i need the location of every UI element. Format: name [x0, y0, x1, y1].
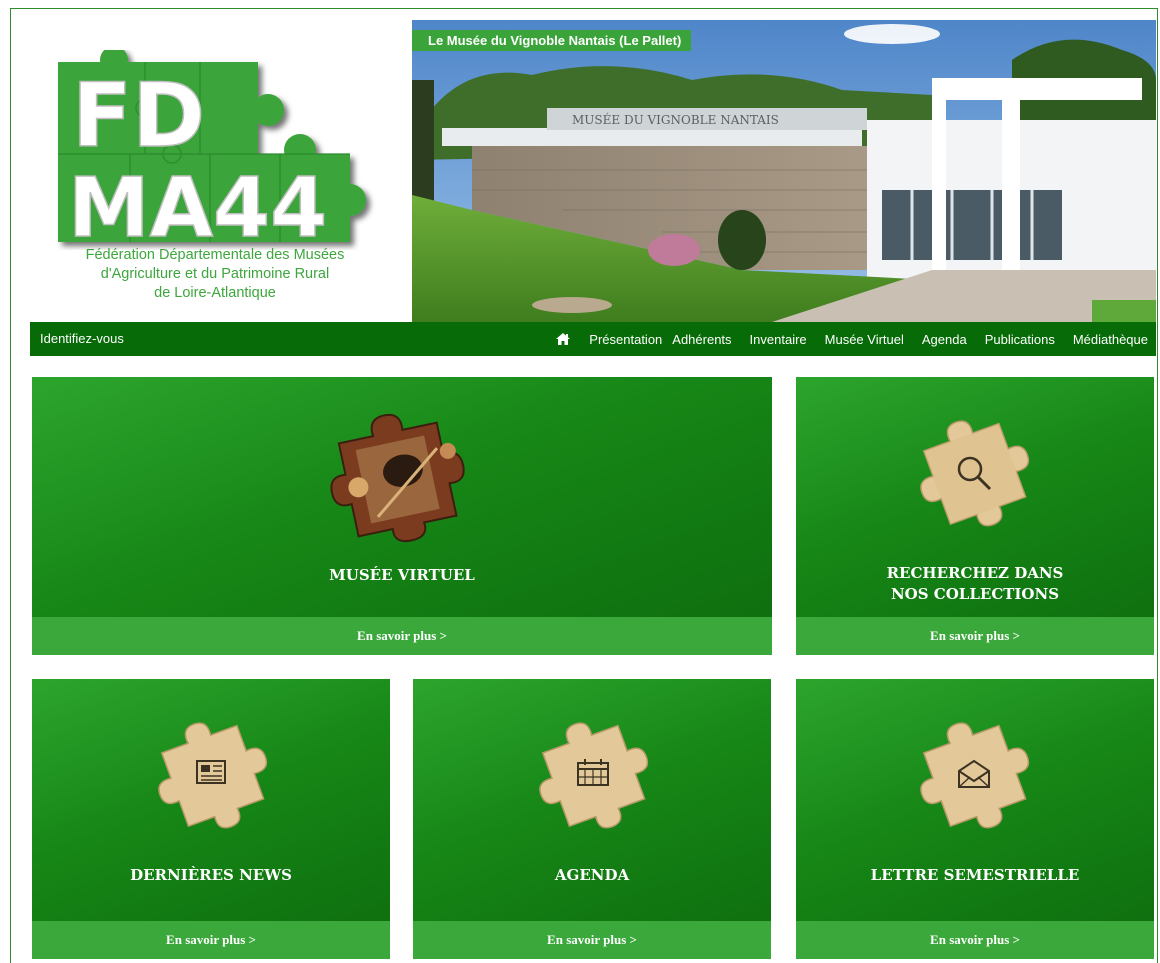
- read-more-link[interactable]: En savoir plus >: [413, 921, 771, 959]
- login-link[interactable]: Identifiez-vous: [40, 331, 124, 346]
- magnifier-icon: [920, 420, 1030, 527]
- tile-title-line: RECHERCHEZ DANS: [886, 564, 1064, 582]
- nav-menu: Présentation Adhérents Inventaire Musée …: [537, 322, 1148, 356]
- nav-item-agenda[interactable]: Agenda: [922, 332, 967, 347]
- fdma44-puzzle-logo: FD MA44: [58, 50, 366, 250]
- tile-title: MUSÉE VIRTUEL: [329, 566, 475, 584]
- home-icon[interactable]: [555, 332, 571, 346]
- tile-title: LETTRE SEMESTRIELLE: [870, 866, 1080, 884]
- nav-item-musee-virtuel[interactable]: Musée Virtuel: [825, 332, 904, 347]
- tile-lettre-semestrielle[interactable]: LETTRE SEMESTRIELLE En savoir plus >: [796, 679, 1154, 959]
- tagline-line: de Loire-Atlantique: [154, 285, 276, 301]
- tile-dernieres-news[interactable]: DERNIÈRES NEWS En savoir plus >: [32, 679, 390, 959]
- tile-title: DERNIÈRES NEWS: [130, 866, 292, 884]
- site-tagline: Fédération Départementale des Musées d'A…: [30, 246, 400, 303]
- nav-item-adherents[interactable]: Adhérents: [672, 332, 731, 347]
- svg-text:FD: FD: [72, 64, 205, 167]
- svg-text:MA44: MA44: [68, 161, 327, 250]
- read-more-link[interactable]: En savoir plus >: [32, 921, 390, 959]
- nav-item-inventaire[interactable]: Inventaire: [750, 332, 807, 347]
- nav-item-publications[interactable]: Publications: [985, 332, 1055, 347]
- site-logo[interactable]: FD MA44 Fédération Départementale des Mu…: [30, 28, 400, 320]
- tile-recherchez-collections[interactable]: RECHERCHEZ DANS NOS COLLECTIONS En savoi…: [796, 377, 1154, 655]
- hero-caption: Le Musée du Vignoble Nantais (Le Pallet): [412, 30, 692, 51]
- hero-photo: MUSÉE DU VIGNOBLE NANTAIS Le Musée du Vi…: [412, 20, 1156, 322]
- photo-puzzle-icon: [330, 413, 465, 543]
- tile-title: AGENDA: [554, 866, 630, 884]
- tile-title: RECHERCHEZ DANS NOS COLLECTIONS: [796, 563, 1154, 605]
- museum-building-photo: MUSÉE DU VIGNOBLE NANTAIS: [412, 20, 1156, 322]
- read-more-link[interactable]: En savoir plus >: [796, 617, 1154, 655]
- newspaper-icon: [158, 722, 268, 829]
- tagline-line: Fédération Départementale des Musées: [85, 247, 345, 263]
- main-navigation: Identifiez-vous Présentation Adhérents I…: [30, 322, 1156, 356]
- tile-agenda[interactable]: AGENDA En savoir plus >: [413, 679, 771, 959]
- calendar-icon: [539, 722, 649, 829]
- svg-text:MUSÉE DU VIGNOBLE NANTAIS: MUSÉE DU VIGNOBLE NANTAIS: [572, 112, 779, 127]
- nav-item-presentation[interactable]: Présentation: [589, 332, 662, 347]
- tagline-line: d'Agriculture et du Patrimoine Rural: [100, 266, 330, 282]
- tile-musee-virtuel[interactable]: MUSÉE VIRTUEL En savoir plus >: [32, 377, 772, 655]
- envelope-icon: [920, 722, 1030, 829]
- read-more-link[interactable]: En savoir plus >: [32, 617, 772, 655]
- read-more-link[interactable]: En savoir plus >: [796, 921, 1154, 959]
- nav-item-mediatheque[interactable]: Médiathèque: [1073, 332, 1148, 347]
- tile-title-line: NOS COLLECTIONS: [890, 585, 1060, 603]
